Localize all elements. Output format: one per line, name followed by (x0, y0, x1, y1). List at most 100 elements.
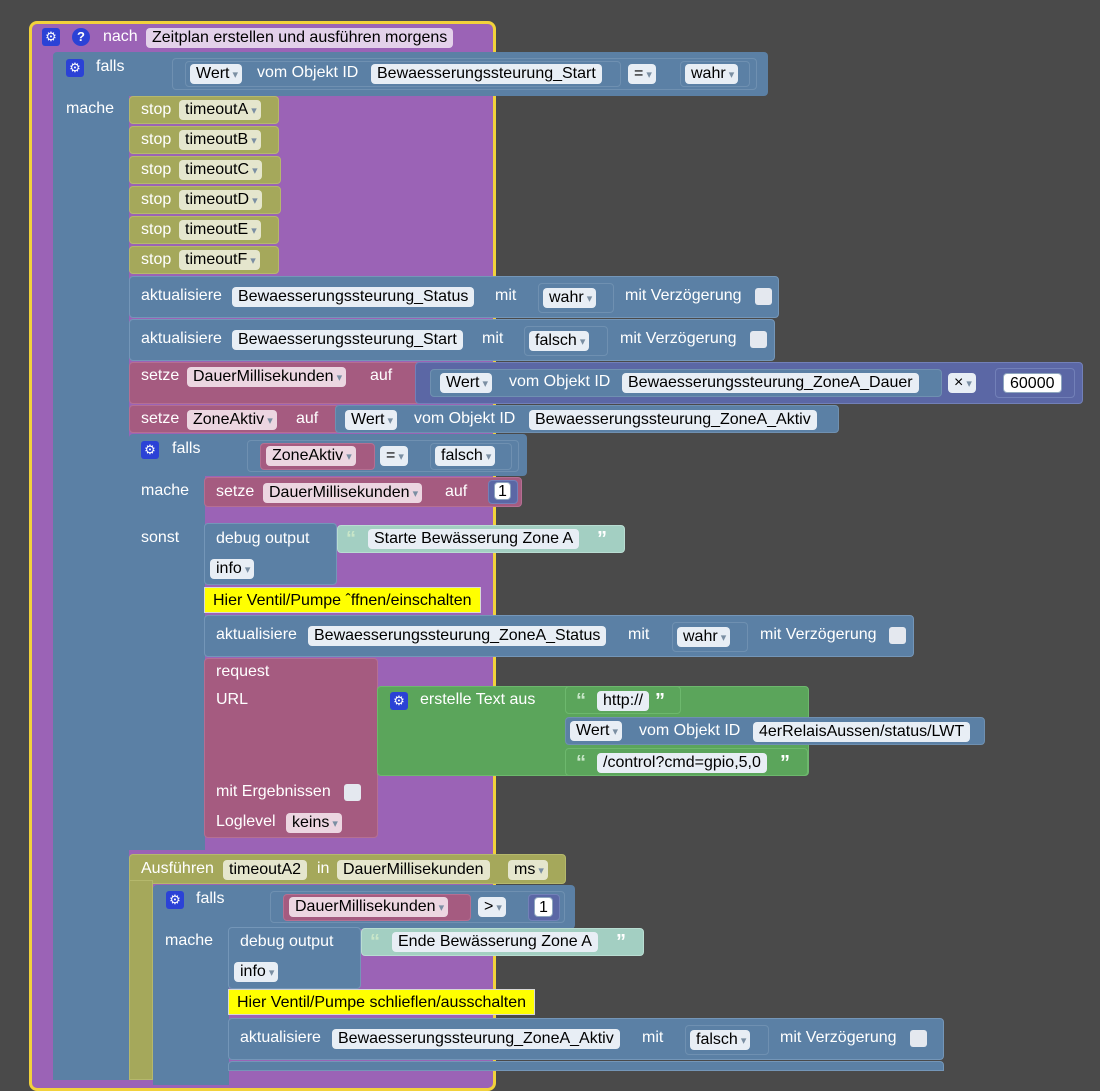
loglevel-dropdown[interactable]: keins (286, 813, 342, 833)
update-mit-label: mit (642, 1029, 664, 1046)
if-mache-label: mache (165, 932, 214, 949)
set-variable-dropdown[interactable]: DauerMillisekunden (187, 367, 347, 387)
comment-note[interactable]: Hier Ventil/Pumpe ˆffnen/einschalten (204, 587, 481, 613)
object-id-field[interactable]: 4erRelaisAussen/status/LWT (753, 722, 971, 742)
number-input[interactable]: 1 (534, 897, 553, 917)
if-sonst-label: sonst (141, 529, 180, 546)
operator-dropdown[interactable]: > (478, 897, 506, 917)
comment-note[interactable]: Hier Ventil/Pumpe schlieflen/ausschalten (228, 989, 536, 1015)
object-id-field[interactable]: Bewaesserungssteurung_Start (371, 64, 602, 84)
timeout-label: Ausführen (141, 860, 214, 877)
variable-dropdown[interactable]: DauerMillisekunden (289, 897, 449, 917)
variable-dropdown[interactable]: ZoneAktiv (266, 446, 356, 466)
if-falls-label: falls (172, 440, 201, 457)
request-block[interactable] (204, 658, 378, 838)
boolean-dropdown[interactable]: wahr (685, 64, 739, 84)
stop-var-dropdown[interactable]: timeoutB (179, 130, 261, 150)
quote-open-icon: “ (576, 752, 586, 774)
set-label: setze (141, 367, 180, 384)
set-auf-label: auf (370, 367, 393, 384)
update-label: aktualisiere (240, 1029, 321, 1046)
log-level-dropdown[interactable]: info (234, 962, 279, 982)
quote-open-icon: “ (346, 528, 356, 550)
quote-open-icon: “ (370, 931, 380, 953)
set-auf-label: auf (445, 483, 468, 500)
object-id-label: vom Objekt ID (414, 410, 516, 427)
delay-checkbox[interactable] (755, 288, 772, 305)
update-label: aktualisiere (216, 626, 297, 643)
value-field-dropdown[interactable]: Wert (190, 64, 243, 84)
timeout-in-label: in (317, 860, 330, 877)
number-input[interactable]: 1 (494, 482, 511, 500)
url-text-field[interactable]: http:// (597, 691, 650, 711)
results-label: mit Ergebnissen (216, 783, 331, 800)
operator-dropdown[interactable]: = (628, 64, 656, 84)
update-object-field[interactable]: Bewaesserungssteurung_Start (232, 330, 463, 350)
update-mit-label: mit (495, 287, 517, 304)
boolean-dropdown[interactable]: falsch (690, 1030, 751, 1050)
if-mache-label: mache (66, 100, 115, 117)
operator-dropdown[interactable]: = (380, 446, 408, 466)
delay-checkbox[interactable] (889, 627, 906, 644)
log-level-dropdown[interactable]: info (210, 559, 255, 579)
stop-var-dropdown[interactable]: timeoutF (179, 250, 260, 270)
stop-var-dropdown[interactable]: timeoutD (179, 190, 262, 210)
set-label: setze (141, 410, 180, 427)
debug-label: debug output (240, 933, 334, 950)
object-id-field[interactable]: Bewaesserungssteurung_ZoneA_Aktiv (529, 410, 817, 430)
update-object-field[interactable]: Bewaesserungssteurung_ZoneA_Aktiv (332, 1029, 620, 1049)
url-label: URL (216, 691, 249, 708)
value-field-dropdown[interactable]: Wert (570, 721, 623, 741)
quote-close-icon: ” (780, 752, 790, 774)
update-object-field[interactable]: Bewaesserungssteurung_ZoneA_Status (308, 626, 607, 646)
update-object-field[interactable]: Bewaesserungssteurung_Status (232, 287, 475, 307)
boolean-dropdown[interactable]: wahr (543, 288, 597, 308)
stop-label: stop (141, 161, 172, 178)
value-field-dropdown[interactable]: Wert (345, 410, 398, 430)
stop-var-dropdown[interactable]: timeoutC (179, 160, 262, 180)
debug-text-field[interactable]: Ende Bewässerung Zone A (392, 932, 598, 952)
number-input[interactable]: 60000 (1003, 373, 1062, 393)
debug-text-field[interactable]: Starte Bewässerung Zone A (368, 529, 580, 549)
arithmetic-operator-dropdown[interactable]: × (948, 373, 976, 393)
timeout-unit-dropdown[interactable]: ms (508, 860, 548, 880)
stop-var-dropdown[interactable]: timeoutE (179, 220, 261, 240)
text-join-gear-icon[interactable]: ⚙ (390, 692, 408, 710)
object-id-label: vom Objekt ID (509, 373, 611, 390)
if-block-body-spine (53, 90, 129, 1080)
update-mit-label: mit (628, 626, 650, 643)
object-id-label: vom Objekt ID (639, 722, 741, 739)
update-mit-label: mit (482, 330, 504, 347)
timeout-duration-field[interactable]: DauerMillisekunden (337, 860, 490, 880)
if-mache-label: mache (141, 482, 190, 499)
if-gear-icon[interactable]: ⚙ (66, 59, 84, 77)
timeout-body-spine (129, 880, 153, 1080)
if-gear-icon[interactable]: ⚙ (141, 441, 159, 459)
set-variable-dropdown[interactable]: DauerMillisekunden (263, 483, 423, 503)
value-field-dropdown[interactable]: Wert (440, 373, 493, 393)
if-falls-label: falls (196, 890, 225, 907)
url-text-field[interactable]: /control?cmd=gpio,5,0 (597, 753, 767, 773)
set-variable-dropdown[interactable]: ZoneAktiv (187, 410, 277, 430)
if-gear-icon[interactable]: ⚙ (166, 891, 184, 909)
object-id-label: vom Objekt ID (257, 64, 359, 81)
boolean-dropdown[interactable]: wahr (677, 627, 731, 647)
if-falls-label: falls (96, 58, 125, 75)
schedule-name-field[interactable]: Zeitplan erstellen und ausführen morgens (146, 28, 454, 48)
boolean-dropdown[interactable]: falsch (435, 446, 496, 466)
results-checkbox[interactable] (344, 784, 361, 801)
schedule-body-spine (32, 51, 52, 1081)
object-id-field[interactable]: Bewaesserungssteurung_ZoneA_Dauer (622, 373, 919, 393)
delay-checkbox[interactable] (910, 1030, 927, 1047)
if-else-body-spine (129, 470, 205, 850)
loglevel-label: Loglevel (216, 813, 276, 830)
timeout-name-field[interactable]: timeoutA2 (223, 860, 308, 880)
settings-gear-icon[interactable]: ⚙ (42, 28, 60, 46)
quote-close-icon: ” (616, 931, 626, 953)
delay-checkbox[interactable] (750, 331, 767, 348)
create-text-label: erstelle Text aus (420, 691, 536, 708)
delay-label: mit Verzögerung (625, 287, 742, 304)
boolean-dropdown[interactable]: falsch (529, 331, 590, 351)
stop-var-dropdown[interactable]: timeoutA (179, 100, 261, 120)
help-icon[interactable]: ? (72, 28, 90, 46)
